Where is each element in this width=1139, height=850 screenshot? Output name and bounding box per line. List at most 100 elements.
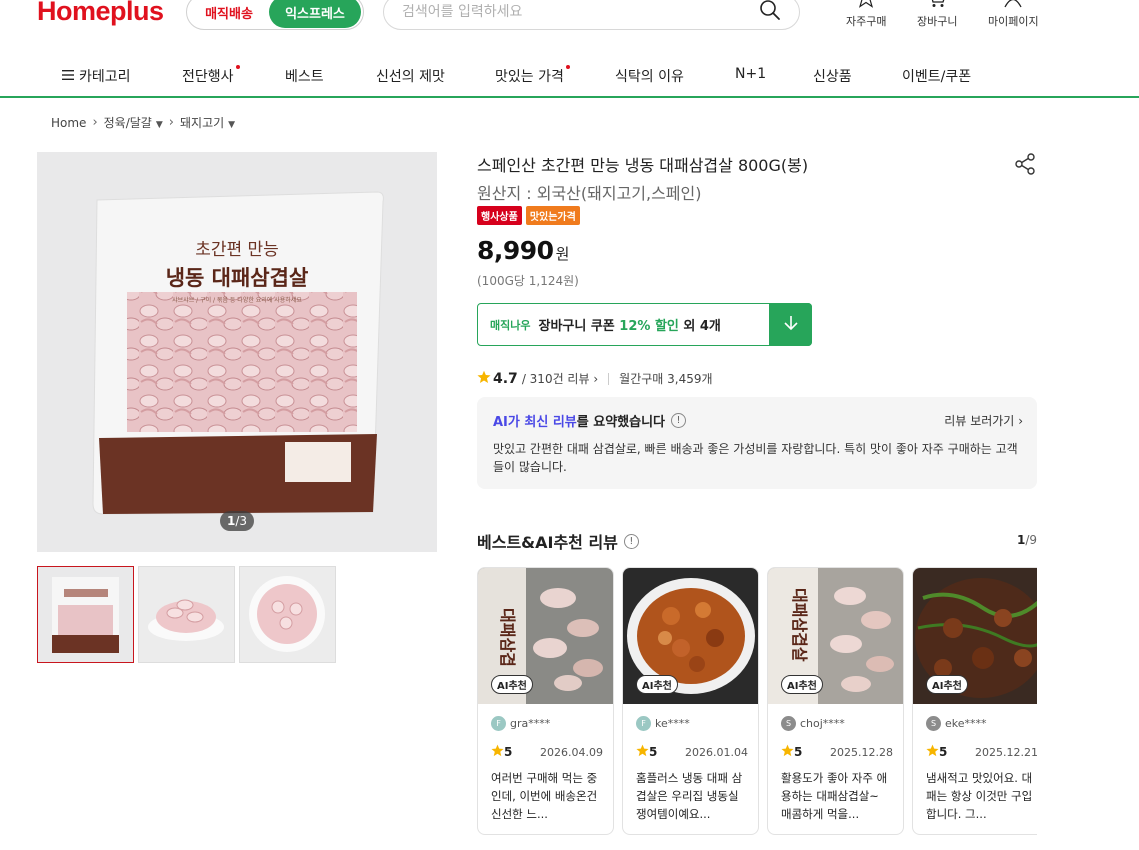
chevron-right-icon: › bbox=[168, 115, 174, 130]
info-icon[interactable]: ! bbox=[671, 413, 686, 428]
unit-price: (100G당 1,124원) bbox=[477, 274, 579, 288]
review-date: 2026.01.04 bbox=[685, 745, 748, 759]
price-value: 8,990 bbox=[477, 236, 554, 265]
new-dot bbox=[235, 65, 240, 69]
package-line2: 냉동 대패삼겹살 bbox=[166, 266, 309, 290]
coupon-box[interactable]: 매직나우 장바구니 쿠폰 12% 할인 외 4개 bbox=[477, 303, 812, 346]
ai-recommend-chip: AI추천 bbox=[926, 675, 968, 694]
thumbnail-2[interactable] bbox=[138, 566, 235, 663]
share-icon[interactable] bbox=[1013, 152, 1037, 180]
nav-new[interactable]: 신상품 bbox=[813, 66, 852, 86]
star-filled-icon bbox=[636, 744, 649, 760]
star-filled-icon bbox=[781, 744, 794, 760]
express-tab[interactable]: 익스프레스 bbox=[269, 0, 361, 28]
image-counter: 1/3 bbox=[220, 511, 254, 531]
star-filled-icon bbox=[926, 744, 939, 760]
view-reviews-link[interactable]: 리뷰 보러가기 › bbox=[944, 412, 1023, 429]
review-meta: 5 2025.12.28 bbox=[781, 744, 893, 760]
review-score: 5 bbox=[926, 744, 947, 760]
nav-best[interactable]: 베스트 bbox=[285, 66, 324, 86]
breadcrumb-pork[interactable]: 돼지고기 ▼ bbox=[180, 114, 235, 131]
breadcrumb-meat[interactable]: 정육/달걀 ▼ bbox=[104, 114, 163, 131]
ai-summary-text: 맛있고 간편한 대패 삼겹살로, 빠른 배송과 좋은 가성비를 자랑합니다. 특… bbox=[493, 442, 1018, 474]
review-date: 2025.12.21 bbox=[975, 745, 1037, 759]
coupon-summary: 장바구니 쿠폰 12% 할인 외 4개 bbox=[538, 319, 721, 334]
reviews-pager: 1/9 bbox=[1017, 533, 1038, 547]
svg-text:대패삼겹: 대패삼겹 bbox=[498, 608, 517, 667]
delivery-mode-toggle: 매직배송 익스프레스 bbox=[186, 0, 364, 30]
grade-badge: F bbox=[636, 716, 651, 731]
review-card[interactable]: AI추천 Seke**** 5 2025.12.21 냄새적고 맛있어요. 대패… bbox=[912, 567, 1037, 835]
review-card[interactable]: 대패삼겹 AI추천 Fgra**** 5 2026.04.09 여러번 구매해 … bbox=[477, 567, 614, 835]
cart-button[interactable]: 장바구니 bbox=[917, 0, 957, 29]
coupon-download-button[interactable] bbox=[769, 303, 812, 346]
reviews-heading: 베스트&AI추천 리뷰 ! bbox=[477, 529, 639, 553]
nav-category[interactable]: 카테고리 bbox=[62, 66, 131, 86]
grade-badge: S bbox=[926, 716, 941, 731]
package-line1: 초간편 만능 bbox=[195, 240, 279, 260]
util-label-cart: 장바구니 bbox=[917, 15, 958, 28]
ai-recommend-chip: AI추천 bbox=[781, 675, 823, 694]
review-date: 2025.12.28 bbox=[830, 745, 893, 759]
search-bar bbox=[383, 0, 800, 30]
homeplus-logo[interactable]: Homeplus bbox=[37, 0, 164, 27]
mypage-button[interactable]: 마이페이지 bbox=[988, 0, 1039, 29]
chevron-right-icon: › bbox=[92, 115, 98, 130]
price-currency: 원 bbox=[555, 245, 570, 263]
review-text: 홈플러스 냉동 대패 삼겹살은 우리집 냉동실 쟁여템이예요... bbox=[636, 771, 743, 821]
magic-delivery-tab[interactable]: 매직배송 bbox=[189, 3, 269, 22]
ai-recommend-chip: AI추천 bbox=[491, 675, 533, 694]
nav-label: 베스트 bbox=[285, 69, 324, 85]
chevron-right-icon: › bbox=[593, 372, 599, 386]
breadcrumb-home[interactable]: Home bbox=[51, 116, 86, 130]
review-user: Fgra**** bbox=[491, 716, 550, 731]
info-icon[interactable]: ! bbox=[623, 533, 639, 549]
review-meta: 5 2026.04.09 bbox=[491, 744, 603, 760]
price: 8,990 원 bbox=[477, 236, 569, 265]
review-meta: 5 2025.12.21 bbox=[926, 744, 1037, 760]
nav-tasty-price[interactable]: 맛있는 가격 bbox=[495, 65, 570, 86]
star-filled-icon bbox=[491, 744, 504, 760]
rating-score: 4.7 bbox=[493, 370, 518, 387]
nav-table-reason[interactable]: 식탁의 이유 bbox=[615, 66, 684, 86]
thumbnail-3[interactable] bbox=[239, 566, 336, 663]
nav-event-coupon[interactable]: 이벤트/쿠폰 bbox=[902, 66, 971, 86]
user-icon bbox=[1002, 0, 1024, 13]
caret-down-icon: ▼ bbox=[228, 120, 236, 130]
nav-label: 식탁의 이유 bbox=[615, 69, 684, 85]
tasty-price-badge: 맛있는가격 bbox=[525, 206, 580, 225]
search-input[interactable] bbox=[402, 4, 759, 20]
star-icon bbox=[856, 0, 876, 13]
review-user: Seke**** bbox=[926, 716, 987, 731]
review-user: Fke**** bbox=[636, 716, 690, 731]
nav-flyer[interactable]: 전단행사 bbox=[182, 65, 240, 86]
review-carousel: 대패삼겹 AI추천 Fgra**** 5 2026.04.09 여러번 구매해 … bbox=[477, 567, 1037, 837]
nav-fresh[interactable]: 신선의 제맛 bbox=[376, 66, 445, 86]
nav-n-plus-1[interactable]: N+1 bbox=[735, 66, 766, 82]
review-text: 여러번 구매해 먹는 중인데, 이번에 배송온건 신선한 느... bbox=[491, 771, 598, 821]
review-score: 5 bbox=[781, 744, 802, 760]
review-score: 5 bbox=[636, 744, 657, 760]
grade-badge: F bbox=[491, 716, 506, 731]
review-count-link[interactable]: / 310건 리뷰 › bbox=[522, 370, 598, 387]
review-text: 냄새적고 맛있어요. 대패는 항상 이것만 구입합니다. 그... bbox=[926, 771, 1033, 821]
review-date: 2026.04.09 bbox=[540, 745, 603, 759]
util-label-mypage: 마이페이지 bbox=[988, 15, 1039, 28]
review-photo: AI추천 bbox=[913, 568, 1037, 704]
chevron-right-icon: › bbox=[1018, 414, 1023, 428]
nav-label: N+1 bbox=[735, 66, 767, 82]
review-card[interactable]: AI추천 Fke**** 5 2026.01.04 홈플러스 냉동 대패 삼겹살… bbox=[622, 567, 759, 835]
caret-down-icon: ▼ bbox=[155, 120, 163, 130]
package-sub: 샤브샤브 / 구이 / 볶음 등 다양한 요리에 사용하세요 bbox=[172, 296, 302, 304]
thumbnail-1[interactable] bbox=[37, 566, 134, 663]
main-product-image[interactable]: 초간편 만능 냉동 대패삼겹살 샤브샤브 / 구이 / 볶음 등 다양한 요리에… bbox=[37, 152, 437, 552]
coupon-text: 매직나우 장바구니 쿠폰 12% 할인 외 4개 bbox=[478, 315, 769, 335]
review-card[interactable]: 대패삼겹살 AI추천 Schoj**** 5 2025.12.28 활용도가 좋… bbox=[767, 567, 904, 835]
frequent-buy-button[interactable]: 자주구매 bbox=[846, 0, 886, 29]
review-photo: AI추천 bbox=[623, 568, 758, 704]
search-icon[interactable] bbox=[759, 0, 781, 25]
star-filled-icon bbox=[477, 370, 491, 387]
ai-recommend-chip: AI추천 bbox=[636, 675, 678, 694]
product-title: 스페인산 초간편 만능 냉동 대패삼겹살 800G(봉) bbox=[477, 156, 809, 175]
review-photo: 대패삼겹 AI추천 bbox=[478, 568, 613, 704]
